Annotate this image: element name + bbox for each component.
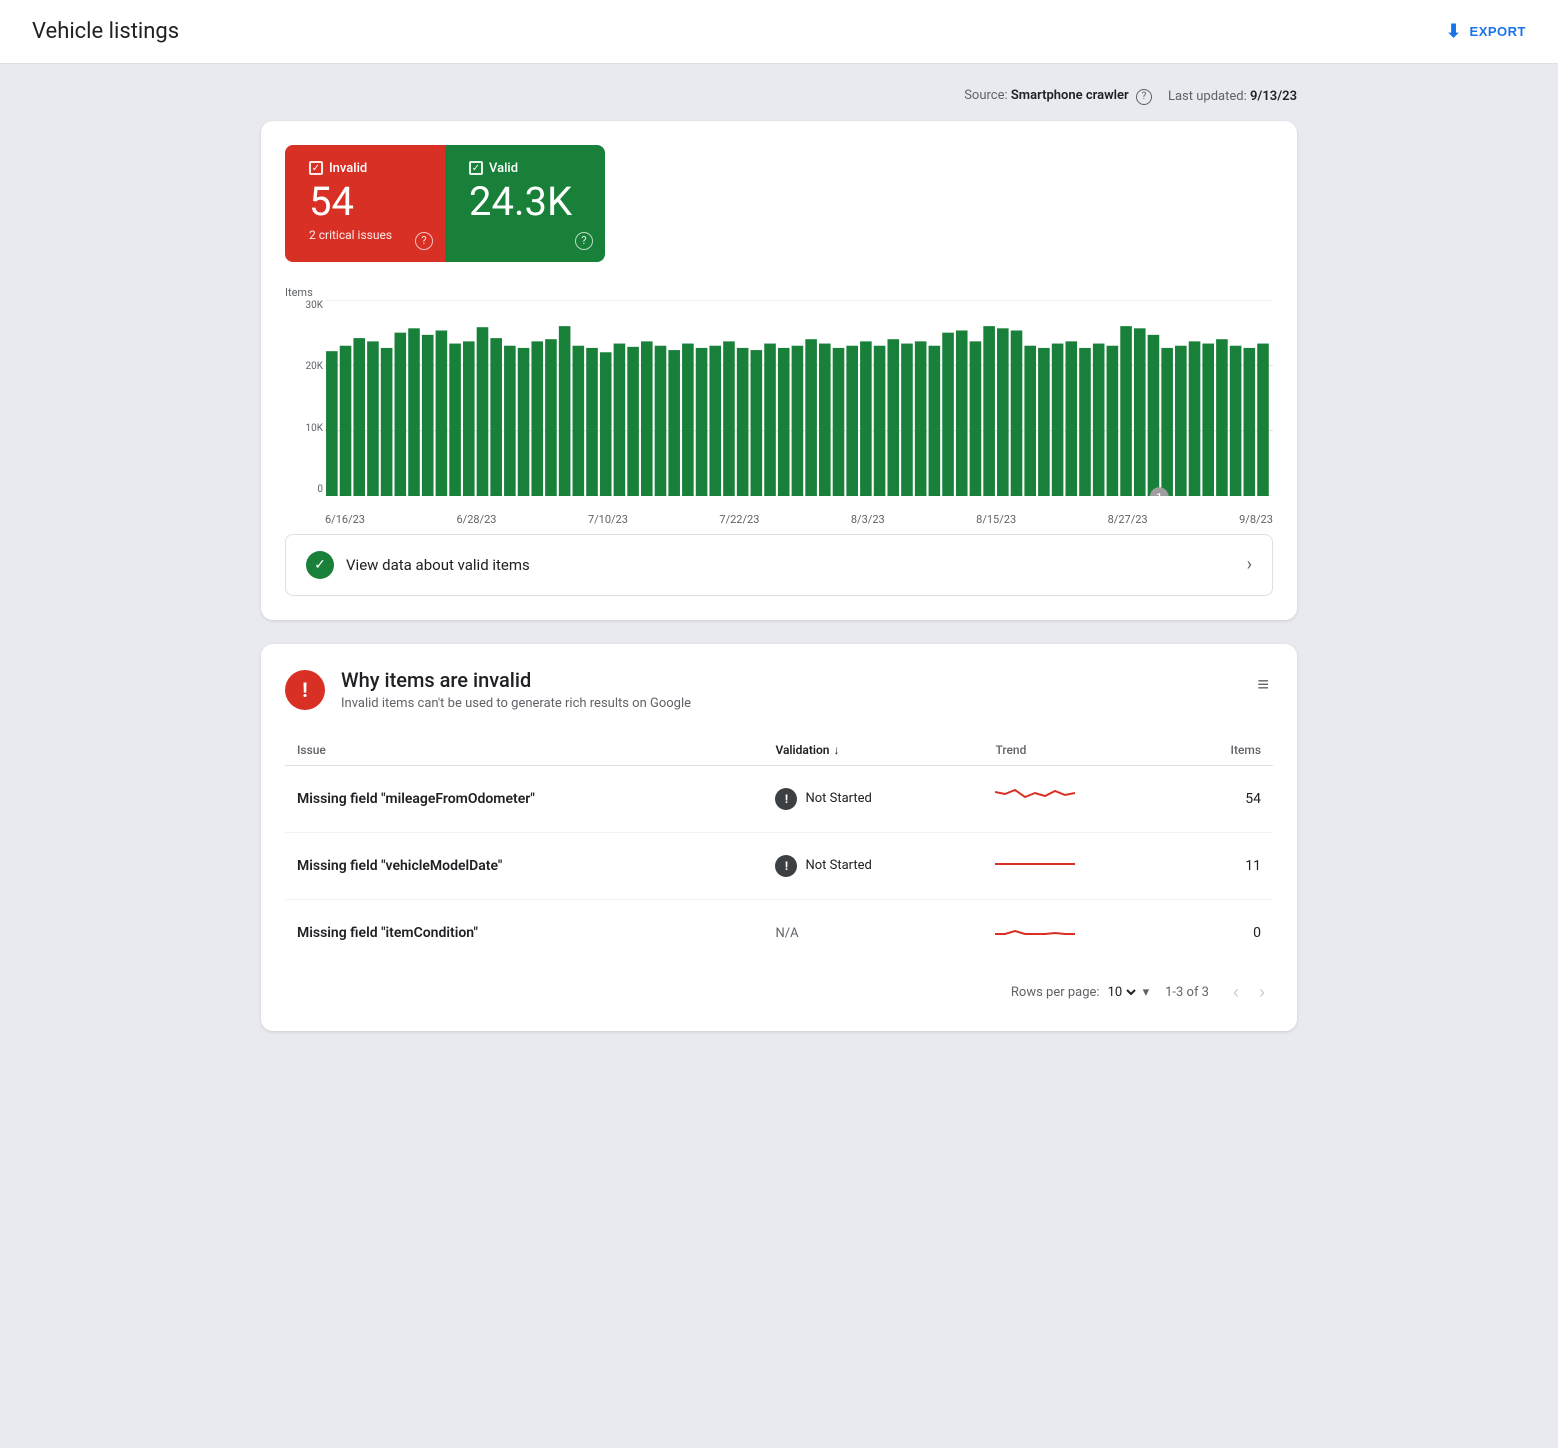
trend-chart-2 <box>995 849 1075 879</box>
x-label-3: 7/22/23 <box>719 513 759 526</box>
page-header: Vehicle listings ⬇ EXPORT <box>0 0 1558 64</box>
prev-page-button[interactable]: ‹ <box>1225 978 1247 1007</box>
rows-per-page: Rows per page: 10 25 50 ▾ <box>1011 984 1149 1001</box>
issue-name-1: Missing field "mileageFromOdometer" <box>297 791 535 807</box>
valid-count: 24.3K <box>469 180 581 224</box>
invalid-checkbox: ✓ <box>309 161 323 175</box>
sort-arrow-icon: ↓ <box>833 743 839 757</box>
th-issue: Issue <box>285 735 763 766</box>
valid-tile-label: ✓ Valid <box>469 161 581 176</box>
section-header: ! Why items are invalid Invalid items ca… <box>285 668 1273 711</box>
issue-name-3: Missing field "itemCondition" <box>297 925 478 941</box>
validation-badge-1: ! Not Started <box>775 788 971 810</box>
table-footer: Rows per page: 10 25 50 ▾ 1-3 of 3 ‹ › <box>285 966 1273 1007</box>
y-label-0: 0 <box>285 484 323 495</box>
table-header-row: Issue Validation ↓ Trend Items <box>285 735 1273 766</box>
source-help-icon[interactable]: ? <box>1136 89 1152 105</box>
table-row: Missing field "vehicleModelDate" ! Not S… <box>285 832 1273 899</box>
trend-chart-1 <box>995 782 1075 812</box>
valid-help-icon[interactable]: ? <box>575 232 593 250</box>
trend-cell-3 <box>983 899 1173 966</box>
issues-table: Issue Validation ↓ Trend Items <box>285 735 1273 966</box>
trend-chart-3 <box>995 916 1075 946</box>
valid-check-icon: ✓ <box>306 551 334 579</box>
invalid-tile-label: ✓ Invalid <box>309 161 421 176</box>
y-label-20k: 20K <box>285 361 323 372</box>
main-content: Source: Smartphone crawler ? Last update… <box>229 64 1329 1079</box>
export-button[interactable]: ⬇ EXPORT <box>1446 21 1526 42</box>
issue-name-2: Missing field "vehicleModelDate" <box>297 858 502 874</box>
export-label: EXPORT <box>1470 24 1526 39</box>
invalid-tile[interactable]: ✓ Invalid 54 2 critical issues ? <box>285 145 445 262</box>
items-count-2: 11 <box>1173 832 1273 899</box>
na-text-3: N/A <box>775 926 798 941</box>
table-row: Missing field "itemCondition" N/A 0 <box>285 899 1273 966</box>
svg-text:1: 1 <box>1156 490 1163 496</box>
x-label-4: 8/3/23 <box>851 513 885 526</box>
bar-chart: 1 <box>325 300 1273 496</box>
x-label-5: 8/15/23 <box>976 513 1016 526</box>
y-label-10k: 10K <box>285 423 323 434</box>
validation-cell-2: ! Not Started <box>763 832 983 899</box>
trend-cell-2 <box>983 832 1173 899</box>
x-label-2: 7/10/23 <box>588 513 628 526</box>
section-title-block: Why items are invalid Invalid items can'… <box>341 668 691 711</box>
validation-cell-1: ! Not Started <box>763 765 983 832</box>
y-labels: 0 10K 20K 30K <box>285 300 323 496</box>
section-subtitle: Invalid items can't be used to generate … <box>341 696 691 711</box>
chevron-right-icon: › <box>1247 554 1252 575</box>
invalid-sub: 2 critical issues <box>309 228 421 242</box>
page-title: Vehicle listings <box>32 19 179 44</box>
validation-cell-3: N/A <box>763 899 983 966</box>
next-page-button[interactable]: › <box>1251 978 1273 1007</box>
chart-x-axis: 6/16/23 6/28/23 7/10/23 7/22/23 8/3/23 8… <box>325 513 1273 526</box>
trend-cell-1 <box>983 765 1173 832</box>
x-label-6: 8/27/23 <box>1108 513 1148 526</box>
rows-per-page-select[interactable]: 10 25 50 <box>1104 984 1139 1001</box>
dropdown-arrow-icon: ▾ <box>1143 985 1150 1000</box>
validation-dot-2: ! <box>775 855 797 877</box>
invalid-section-card: ! Why items are invalid Invalid items ca… <box>261 644 1297 1031</box>
items-count-1: 54 <box>1173 765 1273 832</box>
validation-dot-1: ! <box>775 788 797 810</box>
y-axis-label: Items <box>285 286 313 299</box>
x-label-7: 9/8/23 <box>1239 513 1273 526</box>
export-icon: ⬇ <box>1446 21 1462 42</box>
filter-icon[interactable]: ≡ <box>1253 668 1273 701</box>
invalid-count: 54 <box>309 180 421 224</box>
validation-badge-2: ! Not Started <box>775 855 971 877</box>
chart-card: ✓ Invalid 54 2 critical issues ? ✓ Valid… <box>261 121 1297 620</box>
valid-items-link[interactable]: ✓ View data about valid items › <box>285 534 1273 596</box>
y-label-30k: 30K <box>285 300 323 311</box>
source-bar: Source: Smartphone crawler ? Last update… <box>261 88 1297 105</box>
page-info: 1-3 of 3 <box>1165 985 1209 1000</box>
status-tiles: ✓ Invalid 54 2 critical issues ? ✓ Valid… <box>285 145 605 262</box>
th-items: Items <box>1173 735 1273 766</box>
valid-tile[interactable]: ✓ Valid 24.3K ? <box>445 145 605 262</box>
chart-area: 0 10K 20K 30K Items <box>285 286 1273 526</box>
table-row: Missing field "mileageFromOdometer" ! No… <box>285 765 1273 832</box>
th-validation[interactable]: Validation ↓ <box>763 735 983 766</box>
issue-cell-2: Missing field "vehicleModelDate" <box>285 832 763 899</box>
page-nav: ‹ › <box>1225 978 1273 1007</box>
issue-cell-1: Missing field "mileageFromOdometer" <box>285 765 763 832</box>
source-label: Source: Smartphone crawler ? <box>964 88 1152 105</box>
issue-cell-3: Missing field "itemCondition" <box>285 899 763 966</box>
section-header-left: ! Why items are invalid Invalid items ca… <box>285 668 691 711</box>
valid-items-text: View data about valid items <box>346 556 530 574</box>
last-updated: Last updated: 9/13/23 <box>1168 89 1297 104</box>
chart-container: 1 <box>325 300 1273 496</box>
items-count-3: 0 <box>1173 899 1273 966</box>
section-title: Why items are invalid <box>341 668 691 692</box>
x-label-0: 6/16/23 <box>325 513 365 526</box>
valid-items-left: ✓ View data about valid items <box>306 551 530 579</box>
x-label-1: 6/28/23 <box>456 513 496 526</box>
valid-checkbox: ✓ <box>469 161 483 175</box>
error-icon: ! <box>285 670 325 710</box>
th-trend: Trend <box>983 735 1173 766</box>
invalid-help-icon[interactable]: ? <box>415 232 433 250</box>
